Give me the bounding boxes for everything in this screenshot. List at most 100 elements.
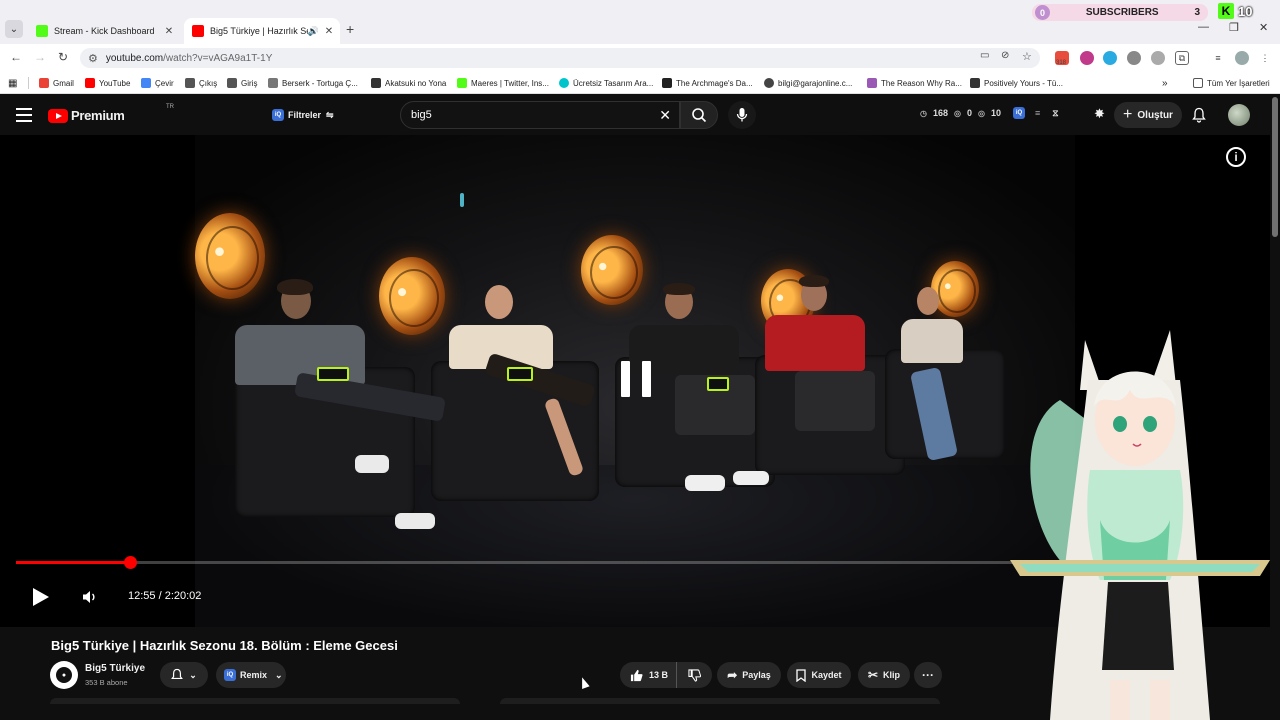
tracking-off-icon[interactable]: ⊘: [1001, 50, 1009, 61]
time-display: 12:55 / 2:20:02: [128, 590, 201, 602]
menu-icon[interactable]: [16, 108, 32, 126]
extension-icon[interactable]: [1127, 51, 1141, 65]
reload-button[interactable]: ↻: [58, 50, 68, 64]
search-button[interactable]: [680, 101, 718, 129]
play-button[interactable]: [32, 587, 50, 607]
more-actions-button[interactable]: ···: [914, 662, 942, 688]
clear-search-icon[interactable]: ✕: [659, 107, 671, 124]
clip-label: Klip: [883, 670, 901, 680]
extension-icon[interactable]: [1103, 51, 1117, 65]
voice-search-button[interactable]: [728, 101, 756, 129]
bookmark-star-icon[interactable]: ☆: [1022, 50, 1032, 63]
bookmark-reason[interactable]: The Reason Why Ra...: [867, 76, 962, 90]
bookmark-logout[interactable]: Çıkış: [185, 76, 217, 90]
dislike-button[interactable]: [677, 662, 712, 688]
folder-icon: [1193, 78, 1203, 88]
clip-button[interactable]: ✂ Klip: [858, 662, 910, 688]
eye-icon: ◎: [954, 108, 961, 118]
scrollbar-thumb[interactable]: [1272, 97, 1278, 237]
remix-button[interactable]: iQ Remix ⌄: [216, 662, 286, 688]
notifications-bell-icon[interactable]: [1192, 107, 1206, 128]
bookmark-label: Gmail: [53, 78, 74, 88]
channel-name[interactable]: Big5 Türkiye: [85, 663, 145, 674]
install-app-icon[interactable]: ▭: [980, 50, 989, 61]
tab-search-button[interactable]: ⌄: [5, 20, 23, 38]
url-host: youtube.com: [105, 52, 164, 64]
bookmark-translate[interactable]: Çevir: [141, 76, 174, 90]
close-window-button[interactable]: ✕: [1259, 21, 1268, 34]
save-button[interactable]: Kaydet: [787, 662, 851, 688]
share-button[interactable]: ➦ Paylaş: [717, 662, 781, 688]
bookmark-positively[interactable]: Positively Yours - Tü...: [970, 76, 1063, 90]
new-tab-button[interactable]: +: [346, 21, 354, 37]
duration: 2:20:02: [164, 590, 202, 602]
iq-extension-icon[interactable]: iQ: [1013, 107, 1026, 119]
bookmark-divider: [28, 77, 29, 89]
profile-avatar[interactable]: [1235, 51, 1249, 65]
filters-button[interactable]: iQ Filtreler ⇋: [272, 105, 334, 125]
all-bookmarks-folder[interactable]: Tüm Yer İşaretleri: [1193, 76, 1270, 90]
address-bar[interactable]: ⚙ youtube.com/watch?v=vAGA9a1T-1Y: [80, 48, 1040, 68]
bookmark-yona[interactable]: Akatsuki no Yona: [371, 76, 446, 90]
tab-kick-dashboard[interactable]: Stream - Kick Dashboard ✕: [28, 18, 180, 44]
studio-light: [460, 193, 464, 207]
subscriber-count: 3: [1194, 7, 1200, 18]
tab-close-icon[interactable]: ✕: [162, 26, 176, 37]
volume-icon: [83, 591, 95, 603]
back-button[interactable]: ←: [10, 50, 22, 64]
channel-avatar[interactable]: ●: [50, 661, 78, 689]
apps-grid-icon[interactable]: ▦: [8, 76, 17, 90]
tab-title: Stream - Kick Dashboard: [54, 26, 155, 36]
speaker-icon[interactable]: 🔊: [308, 26, 319, 37]
bookmark-youtube[interactable]: YouTube: [85, 76, 130, 90]
maximize-button[interactable]: ❐: [1229, 21, 1239, 34]
progress-scrubber[interactable]: [123, 556, 137, 569]
like-button[interactable]: 13 B: [620, 662, 678, 688]
plus-icon: +: [1123, 106, 1133, 123]
minimize-button[interactable]: —: [1198, 21, 1209, 33]
kick-icon: [457, 78, 467, 88]
forward-button[interactable]: →: [34, 50, 46, 64]
media-control-icon[interactable]: ≡: [1211, 51, 1225, 65]
bookmarks-overflow-icon[interactable]: »: [1162, 76, 1168, 90]
extension-icon[interactable]: [1151, 51, 1165, 65]
iq-extension-icon: iQ: [224, 669, 236, 681]
thumbs-up-icon: [630, 669, 643, 681]
extension-icon[interactable]: [1080, 51, 1094, 65]
subscription-bell-button[interactable]: ⌄: [160, 662, 208, 688]
extension-gear-icon[interactable]: ✸: [1094, 106, 1105, 122]
search-input[interactable]: big5 ✕: [400, 101, 680, 129]
microphone-icon: [736, 108, 748, 122]
pause-indicator-icon: [621, 361, 651, 397]
canva-icon: [559, 78, 569, 88]
bookmark-archmage[interactable]: The Archmage's Da...: [662, 76, 753, 90]
tab-youtube-video[interactable]: Big5 Türkiye | Hazırlık Sezon 🔊 ✕: [184, 18, 340, 44]
filter-icon[interactable]: ⧖: [1052, 108, 1058, 119]
bookmark-label: Berserk - Tortuga Ç...: [282, 78, 358, 88]
browser-menu-icon[interactable]: ⋮: [1258, 51, 1272, 65]
create-button[interactable]: + Oluştur: [1114, 102, 1182, 128]
bookmark-maeres[interactable]: Maeres | Twitter, Ins...: [457, 76, 549, 90]
list-icon[interactable]: ≡: [1035, 108, 1040, 118]
site-info-icon[interactable]: ⚙: [88, 52, 98, 65]
studio-lamp: [581, 235, 643, 305]
like-count: 13 B: [649, 670, 669, 680]
info-icon[interactable]: i: [1226, 147, 1246, 167]
bookmark-canva[interactable]: Ücretsiz Tasarım Ara...: [559, 76, 653, 90]
gmail-icon: [39, 78, 49, 88]
bookmark-berserk[interactable]: Berserk - Tortuga Ç...: [268, 76, 358, 90]
subscriber-label: SUBSCRIBERS: [1085, 7, 1159, 18]
chevron-down-icon: ⌄: [275, 669, 283, 680]
account-avatar[interactable]: [1228, 104, 1250, 126]
bookmark-garaj[interactable]: bilgi@garajonline.c...: [764, 76, 852, 90]
bookmark-login[interactable]: Giriş: [227, 76, 257, 90]
page-scrollbar[interactable]: [1270, 95, 1280, 720]
bookmark-gmail[interactable]: Gmail: [39, 76, 74, 90]
play-icon: [33, 588, 49, 606]
volume-button[interactable]: [82, 589, 98, 610]
bookmarks-bar: ▦ Gmail YouTube Çevir Çıkış Giriş Berser…: [0, 72, 1280, 94]
youtube-premium-logo[interactable]: Premium TR: [48, 104, 174, 123]
stat-value: 10: [991, 108, 1002, 118]
tab-close-icon[interactable]: ✕: [322, 26, 336, 37]
extensions-puzzle-icon[interactable]: ⧉: [1175, 51, 1189, 65]
